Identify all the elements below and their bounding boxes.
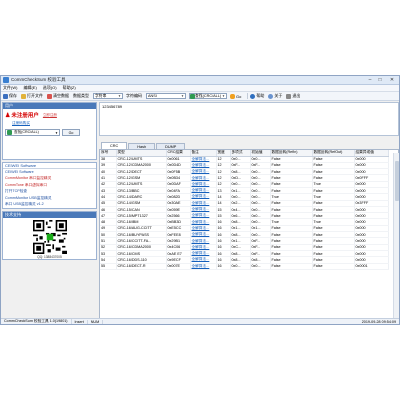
app-window: CommCheckSum 校验工具 – □ ✕ 文件(W) 编辑(E) 选项(O… xyxy=(0,75,400,325)
clear-icon xyxy=(47,93,52,99)
menu-file[interactable]: 文件(W) xyxy=(3,85,17,91)
menu-help[interactable]: 帮助(Z) xyxy=(63,85,76,91)
help-button[interactable]: 帮助 xyxy=(250,93,264,99)
open-file-button[interactable]: 打开文件 xyxy=(21,93,43,99)
registration-status: ♟ 未注册用户 立即注册 xyxy=(5,112,57,120)
info-icon xyxy=(268,93,274,99)
chevron-down-icon: ▼ xyxy=(55,130,58,135)
table-cell: CRC-16/DECT-R xyxy=(116,263,167,270)
data-type-label: 数据类型 xyxy=(73,93,89,98)
support-panel: 技术支持 QQ: 1388437005 xyxy=(2,211,97,260)
table-cell: False xyxy=(312,263,355,270)
support-panel-header: 技术支持 xyxy=(3,212,96,218)
clear-data-button[interactable]: 清空数据 xyxy=(47,93,69,99)
close-button[interactable]: ✕ xyxy=(385,76,399,85)
menu-bar: 文件(W) 编辑(E) 选项(O) 帮助(Z) xyxy=(1,85,399,92)
software-panel: CEIWEI Software CEIWEI Software CommMoni… xyxy=(2,162,97,209)
chevron-down-icon: ▼ xyxy=(118,94,121,98)
sidebar-algorithm-select[interactable]: 查找(CRC/ALL) ▼ xyxy=(5,129,60,136)
tab-dump[interactable]: DUMP xyxy=(156,143,186,149)
buy-license-link[interactable]: 注册码购买 xyxy=(12,121,94,126)
table-cell: 0x007E xyxy=(166,263,191,270)
toolbar-separator xyxy=(247,93,249,99)
menu-edit[interactable]: 编辑(E) xyxy=(23,85,36,91)
algorithm-detail-link[interactable]: 全解算法... xyxy=(190,263,217,270)
data-input[interactable]: 123456789 xyxy=(99,102,399,136)
chevron-down-icon: ▼ xyxy=(181,94,184,98)
tab-hash[interactable]: Hash xyxy=(128,143,156,149)
encoding-select[interactable]: ANSI ▼ xyxy=(146,93,186,99)
chevron-down-icon: ▼ xyxy=(222,94,225,98)
window-title: CommCheckSum 校验工具 xyxy=(11,77,66,82)
software-item[interactable]: 串口 USB监控精灵 v1.2 xyxy=(3,202,96,209)
exit-icon xyxy=(286,93,292,99)
toolbar: 保存 打开文件 清空数据 数据类型 字符串 ▼ 字符编码 ANSI ▼ 查找(CRC… xyxy=(1,92,399,101)
encoding-label: 字符编码 xyxy=(126,93,142,98)
left-sidebar: 用户 ♟ 未注册用户 立即注册 注册码购买 查找(CRC/ALL) ▼ Go C… xyxy=(2,102,97,318)
about-button[interactable]: 关于 xyxy=(268,93,282,99)
folder-icon xyxy=(21,93,26,99)
exit-button[interactable]: 退出 xyxy=(286,93,300,99)
register-now-link[interactable]: 立即注册 xyxy=(43,113,57,118)
table-cell: 55 xyxy=(100,263,117,270)
user-icon: ♟ xyxy=(5,112,11,119)
status-bar: CommCheckSum 校验工具 1.0(19801) Insert NUM … xyxy=(1,318,399,324)
status-mode: Insert xyxy=(72,319,88,324)
save-icon xyxy=(3,93,8,99)
vertical-scrollbar[interactable] xyxy=(393,153,399,324)
table-cell: 16 xyxy=(216,263,231,270)
status-num: NUM xyxy=(88,319,104,324)
tab-crc[interactable]: CRC xyxy=(101,142,128,149)
user-panel: 用户 ♟ 未注册用户 立即注册 注册码购买 查找(CRC/ALL) ▼ Go xyxy=(2,102,97,160)
result-table: 序号 类型 CRC结果 备注 宽度 多项式 初始值 数据反转(RefIn) 数据反转(RefOu… xyxy=(100,150,389,270)
algorithm-select[interactable]: 查找(CRC/ALL) ▼ xyxy=(189,93,227,99)
check-icon xyxy=(7,130,12,135)
scrollbar-thumb[interactable] xyxy=(395,161,399,201)
table-body: 38 CRC-12/UMTS 0x0061 全解算法... 12 0x0... 0x0...… xyxy=(100,156,389,270)
data-type-select[interactable]: 字符串 ▼ xyxy=(93,93,123,99)
result-tabs: CRC Hash DUMP xyxy=(99,142,399,149)
menu-options[interactable]: 选项(O) xyxy=(43,85,57,91)
sidebar-go-button[interactable]: Go xyxy=(62,129,80,136)
table-cell: 0x0... xyxy=(230,263,251,270)
qr-code-icon xyxy=(32,220,67,254)
table-cell: 0x0... xyxy=(250,263,271,270)
check-icon xyxy=(190,94,195,99)
qq-contact: QQ: 1388437005 xyxy=(37,255,62,259)
maximize-button[interactable]: □ xyxy=(375,76,385,85)
main-area: 123456789 CRC Hash DUMP 序号 类型 CRC结果 备注 宽度 多项式… xyxy=(99,102,399,324)
minimize-button[interactable]: – xyxy=(365,76,375,85)
status-app-version: CommCheckSum 校验工具 1.0(19801) xyxy=(1,319,72,324)
save-button[interactable]: 保存 xyxy=(3,93,17,99)
status-time: 2019-09-28 09:54:09 xyxy=(361,319,396,324)
go-icon xyxy=(230,93,235,99)
table-cell: 0x0001 xyxy=(354,263,389,270)
result-grid: 序号 类型 CRC结果 备注 宽度 多项式 初始值 数据反转(RefIn) 数据反转(RefOu… xyxy=(99,149,399,320)
go-button[interactable]: Go xyxy=(230,93,241,99)
title-bar: CommCheckSum 校验工具 – □ ✕ xyxy=(1,76,399,85)
table-row[interactable]: 55 CRC-16/DECT-R 0x007E 全解算法... 16 0x0... 0x0.… xyxy=(100,263,389,270)
help-icon xyxy=(250,93,256,99)
app-icon xyxy=(3,77,9,83)
table-cell: False xyxy=(270,263,313,270)
